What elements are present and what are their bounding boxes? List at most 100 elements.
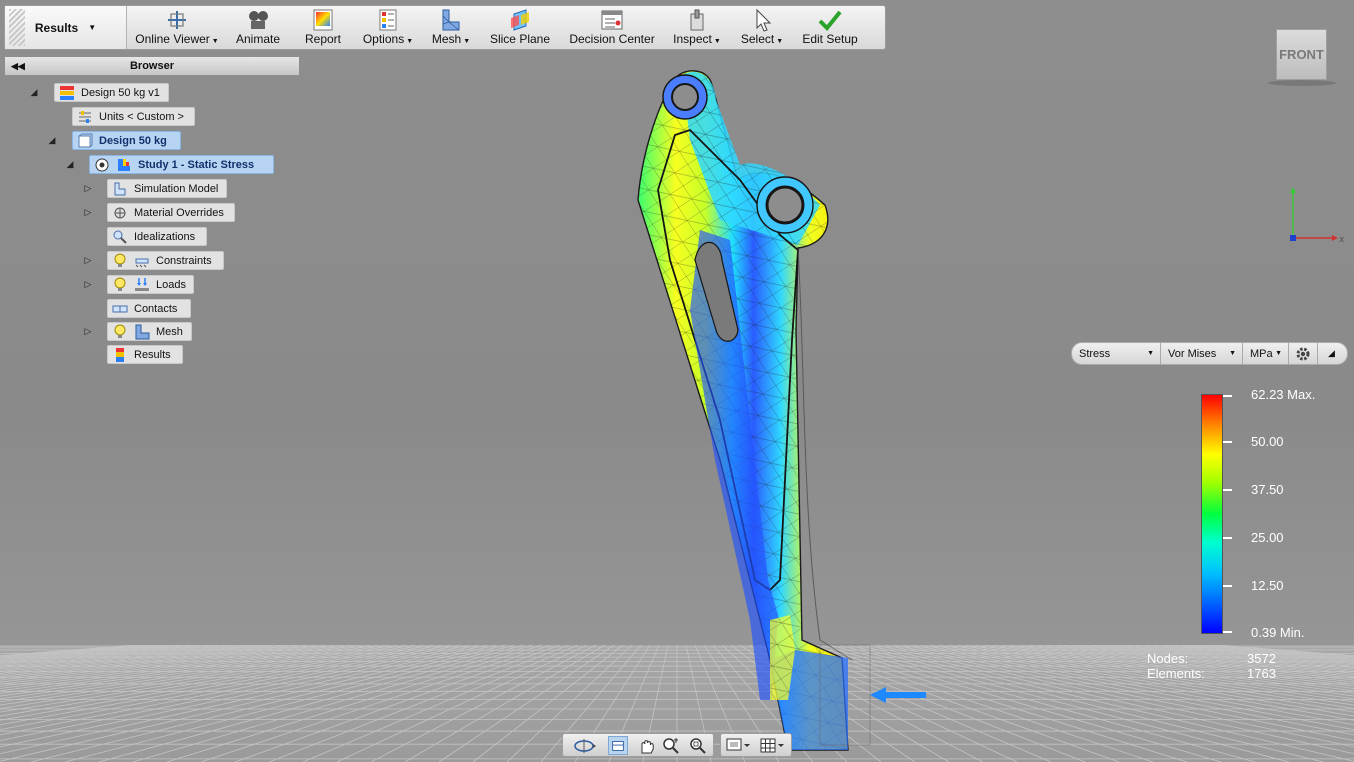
options-button[interactable]: Options ▼	[361, 6, 415, 49]
checkmark-icon	[818, 10, 842, 31]
collapse-triangle-icon[interactable]: ◢	[47, 135, 57, 146]
lightbulb-icon[interactable]	[112, 277, 128, 293]
result-unit-value: MPa	[1250, 347, 1273, 360]
units-icon	[79, 110, 91, 123]
chevron-down-icon: ▼	[211, 38, 219, 45]
legend-tick	[1223, 489, 1232, 491]
constraint-icon	[135, 258, 149, 267]
result-unit-dropdown[interactable]: MPa ▼	[1242, 342, 1289, 365]
tree-node-label: Loads	[156, 278, 186, 291]
mesh-label: Mesh	[431, 32, 462, 46]
collapse-legend-button[interactable]: ◢	[1317, 342, 1348, 365]
legend-tick	[1223, 537, 1232, 539]
load-arrow-icon	[870, 687, 926, 703]
report-label: Report	[304, 32, 342, 46]
animate-button[interactable]: Animate	[233, 6, 283, 49]
collapse-panel-icon[interactable]: ◀◀	[11, 61, 25, 72]
tree-node-label: Results	[134, 348, 171, 361]
animate-icon	[249, 11, 268, 29]
viewcube-shadow	[1268, 80, 1336, 86]
tree-node-design-v1[interactable]: Design 50 kg v1	[54, 83, 169, 102]
legend-tick	[1223, 631, 1232, 633]
display-settings-bar	[720, 733, 792, 757]
ribbon-toolbar: Results ▼ Online Viewer ▼ Animate Report …	[4, 5, 886, 50]
decision-center-button[interactable]: Decision Center	[567, 6, 657, 49]
tree-node-study[interactable]: Study 1 - Static Stress	[89, 155, 274, 174]
tree-node-label: Idealizations	[134, 230, 196, 243]
result-type-value: Stress	[1079, 347, 1111, 360]
collapse-triangle-icon: ◢	[1328, 348, 1335, 358]
expand-triangle-icon[interactable]: ▷	[83, 326, 93, 337]
tree-node-label: Constraints	[156, 254, 212, 267]
lightbulb-icon[interactable]	[112, 253, 128, 269]
chevron-down-icon: ▼	[713, 38, 721, 45]
tree-node-units[interactable]: Units < Custom >	[72, 107, 195, 126]
study-icon	[118, 158, 130, 171]
select-cursor-icon	[756, 8, 772, 32]
results-tab-label: Results	[34, 20, 79, 35]
chevron-down-icon: ▼	[1229, 350, 1236, 357]
collapse-triangle-icon[interactable]: ◢	[29, 87, 39, 98]
tree-node-idealizations[interactable]: Idealizations	[107, 227, 207, 246]
tree-node-material-overrides[interactable]: Material Overrides	[107, 203, 235, 222]
animate-label: Animate	[235, 32, 281, 46]
tree-node-label: Design 50 kg	[99, 134, 167, 147]
report-button[interactable]: Report	[301, 6, 345, 49]
edit-setup-button[interactable]: Edit Setup	[797, 6, 863, 49]
nodes-label: Nodes:	[1147, 651, 1189, 666]
online-viewer-button[interactable]: Online Viewer ▼	[135, 6, 219, 49]
chevron-down-icon: ▼	[88, 23, 97, 32]
chevron-down-icon: ▼	[776, 38, 784, 45]
expand-triangle-icon[interactable]: ▷	[83, 255, 93, 266]
part-icon	[78, 133, 93, 147]
tree-node-label: Study 1 - Static Stress	[138, 158, 255, 171]
tree-node-mesh[interactable]: Mesh	[107, 322, 192, 341]
legend-label: 25.00	[1251, 530, 1284, 545]
tree-node-results[interactable]: Results	[107, 345, 183, 364]
browser-header[interactable]: ◀◀ Browser	[4, 56, 300, 76]
options-icon	[379, 9, 397, 31]
material-icon	[114, 207, 126, 218]
grid-settings-icon[interactable]	[759, 736, 785, 755]
collapse-triangle-icon[interactable]: ◢	[65, 159, 75, 170]
active-radio-icon[interactable]	[94, 157, 110, 173]
result-component-dropdown[interactable]: Vor Mises ▼	[1160, 342, 1243, 365]
pan-hand-icon[interactable]	[636, 736, 656, 755]
stress-contour-model[interactable]	[620, 60, 880, 762]
tree-node-design-part[interactable]: Design 50 kg	[72, 131, 181, 150]
browser-title: Browser	[129, 60, 175, 72]
inspect-label: Inspect	[673, 32, 712, 46]
legend-max-label: 62.23 Max.	[1251, 387, 1316, 402]
expand-triangle-icon[interactable]: ▷	[83, 183, 93, 194]
results-tab[interactable]: Results ▼	[5, 6, 127, 49]
slice-plane-icon	[511, 9, 529, 31]
select-button[interactable]: Select ▼	[739, 6, 785, 49]
lightbulb-icon[interactable]	[112, 324, 128, 340]
viewcube-face-label: FRONT	[1279, 47, 1324, 62]
legend-settings-button[interactable]	[1288, 342, 1318, 365]
chevron-down-icon: ▼	[463, 38, 471, 45]
zoom-window-icon[interactable]	[687, 736, 707, 755]
viewcube[interactable]: FRONT	[1276, 29, 1327, 80]
expand-triangle-icon[interactable]: ▷	[83, 279, 93, 290]
tree-node-constraints[interactable]: Constraints	[107, 251, 224, 270]
decision-center-icon	[601, 10, 623, 30]
expand-triangle-icon[interactable]: ▷	[83, 207, 93, 218]
look-at-icon[interactable]	[608, 736, 628, 755]
zoom-icon[interactable]	[661, 736, 681, 755]
tree-node-loads[interactable]: Loads	[107, 275, 194, 294]
inspect-icon	[690, 9, 704, 31]
mesh-button[interactable]: Mesh ▼	[429, 6, 473, 49]
tree-node-simulation-model[interactable]: Simulation Model	[107, 179, 227, 198]
tree-node-contacts[interactable]: Contacts	[107, 299, 191, 318]
gear-icon	[1296, 347, 1310, 360]
display-settings-icon[interactable]	[725, 736, 751, 755]
result-type-dropdown[interactable]: Stress ▼	[1071, 342, 1161, 365]
orbit-icon[interactable]	[573, 736, 597, 755]
slice-plane-button[interactable]: Slice Plane	[487, 6, 553, 49]
chevron-down-icon: ▼	[1275, 350, 1282, 357]
svg-text:x: x	[1339, 235, 1345, 245]
mesh-icon	[135, 324, 150, 339]
inspect-button[interactable]: Inspect ▼	[669, 6, 725, 49]
nodes-value: 3572	[1247, 651, 1276, 666]
